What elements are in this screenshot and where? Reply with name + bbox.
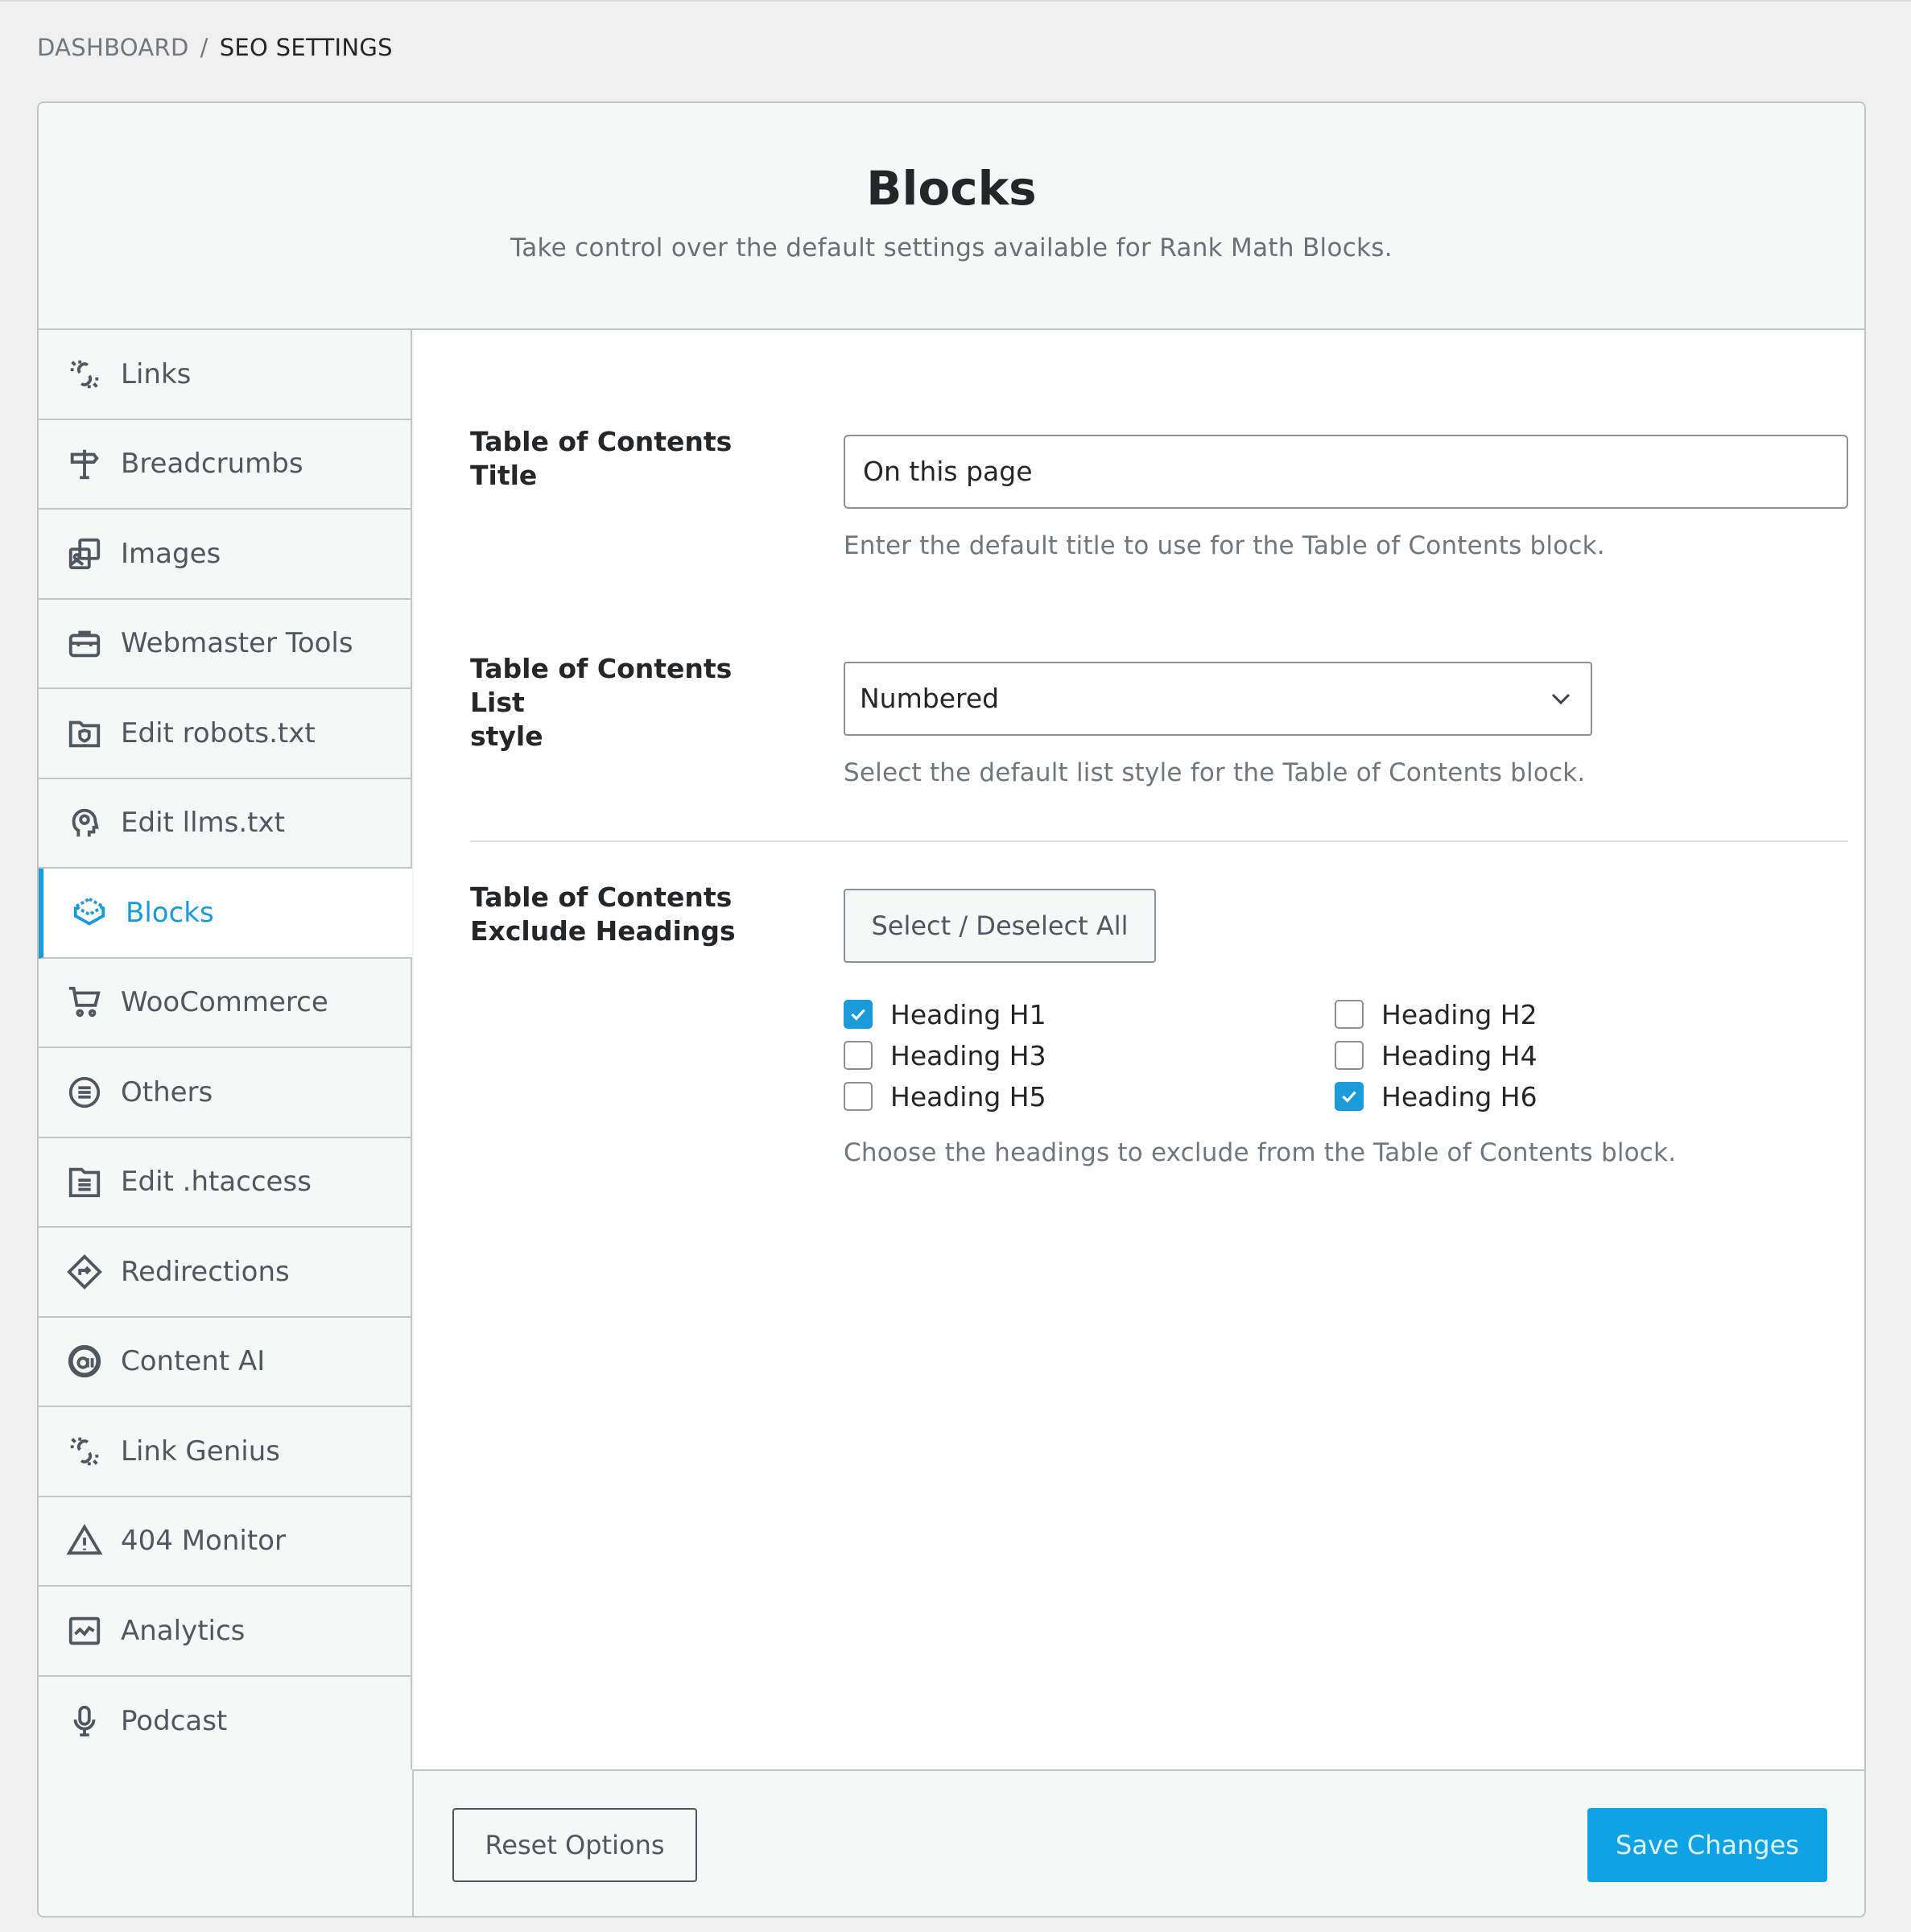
- cart-icon: [64, 982, 105, 1022]
- section-divider: [470, 840, 1848, 842]
- heading-h6-checkbox[interactable]: Heading H6: [1335, 1079, 1537, 1114]
- sidebar-item-label: Podcast: [121, 1705, 228, 1738]
- toc-list-style-select[interactable]: Numbered: [844, 662, 1592, 736]
- settings-footer: Reset Options Save Changes: [412, 1769, 1864, 1916]
- chevron-down-icon: [1551, 693, 1570, 705]
- settings-content: Table of Contents Title On this page Ent…: [414, 330, 1864, 1769]
- sidebar-item-llms[interactable]: Edit llms.txt: [39, 779, 411, 869]
- heading-h3-checkbox[interactable]: Heading H3: [844, 1038, 1046, 1073]
- toc-exclude-label-line1: Table of Contents: [470, 881, 733, 913]
- sidebar-item-woocommerce[interactable]: WooCommerce: [39, 959, 411, 1048]
- redirect-diamond-icon: [64, 1252, 105, 1292]
- warning-icon: [64, 1521, 105, 1561]
- breadcrumb-dashboard-link[interactable]: DASHBOARD: [37, 34, 189, 61]
- heading-h1-label: Heading H1: [890, 998, 1046, 1030]
- sidebar-item-label: Redirections: [121, 1255, 290, 1288]
- heading-h3-label: Heading H3: [890, 1039, 1046, 1071]
- sidebar-item-label: Breadcrumbs: [121, 448, 303, 481]
- sidebar-item-404-monitor[interactable]: 404 Monitor: [39, 1497, 411, 1587]
- sidebar-item-label: 404 Monitor: [121, 1525, 286, 1558]
- checkbox-checked[interactable]: [844, 1000, 873, 1029]
- heading-h1-checkbox[interactable]: Heading H1: [844, 997, 1046, 1032]
- sidebar-item-others[interactable]: Others: [39, 1048, 411, 1138]
- microphone-icon: [64, 1701, 105, 1741]
- sidebar-item-analytics[interactable]: Analytics: [39, 1587, 411, 1677]
- settings-panel: Blocks Take control over the default set…: [37, 101, 1866, 1918]
- breadcrumb-separator: /: [200, 34, 208, 61]
- sidebar-item-breadcrumbs[interactable]: Breadcrumbs: [39, 420, 411, 510]
- sidebar-item-links[interactable]: Links: [39, 330, 411, 420]
- breadcrumb-current: SEO SETTINGS: [219, 34, 393, 61]
- toc-title-label: Table of Contents Title: [470, 425, 776, 493]
- settings-sidebar: Links Breadcrumbs Images Webmaster Tools…: [39, 330, 412, 1769]
- toc-list-style-value: Numbered: [860, 683, 1000, 714]
- sidebar-item-label: Analytics: [121, 1614, 246, 1647]
- sidebar-item-label: WooCommerce: [121, 986, 328, 1019]
- checkbox-unchecked[interactable]: [1335, 1041, 1364, 1070]
- breadcrumb: DASHBOARD / SEO SETTINGS: [37, 34, 393, 61]
- heading-h4-checkbox[interactable]: Heading H4: [1335, 1038, 1537, 1073]
- save-changes-button[interactable]: Save Changes: [1587, 1808, 1827, 1882]
- signpost-icon: [64, 444, 105, 484]
- sidebar-item-robots[interactable]: Edit robots.txt: [39, 689, 411, 779]
- select-deselect-all-button[interactable]: Select / Deselect All: [844, 889, 1156, 963]
- link-broken-icon: [64, 354, 105, 394]
- heading-h5-checkbox[interactable]: Heading H5: [844, 1079, 1046, 1114]
- heading-h4-label: Heading H4: [1381, 1039, 1537, 1071]
- sidebar-item-podcast[interactable]: Podcast: [39, 1677, 411, 1767]
- sidebar-item-webmaster-tools[interactable]: Webmaster Tools: [39, 600, 411, 689]
- toolbox-icon: [64, 623, 105, 663]
- checkbox-checked[interactable]: [1335, 1082, 1364, 1111]
- head-gear-icon: [64, 803, 105, 843]
- sidebar-item-label: Edit .htaccess: [121, 1166, 312, 1199]
- heading-h2-label: Heading H2: [1381, 998, 1537, 1030]
- toc-exclude-label: Table of Contents Exclude Headings: [470, 881, 776, 948]
- sidebar-item-content-ai[interactable]: Content AI: [39, 1318, 411, 1407]
- sidebar-item-label: Images: [121, 537, 221, 570]
- sidebar-item-images[interactable]: Images: [39, 510, 411, 600]
- images-icon: [64, 534, 105, 574]
- content-ai-icon: [64, 1341, 105, 1381]
- sidebar-item-label: Link Genius: [121, 1435, 280, 1468]
- sidebar-item-label: Edit llms.txt: [121, 807, 285, 840]
- sidebar-item-label: Blocks: [126, 896, 214, 929]
- check-icon: [1342, 1091, 1356, 1103]
- blocks-icon: [69, 893, 109, 933]
- toc-list-style-label-line1: Table of Contents List: [470, 653, 733, 718]
- toc-title-label-text: Table of Contents Title: [470, 426, 733, 491]
- sidebar-item-label: Edit robots.txt: [121, 716, 316, 749]
- toc-list-style-help: Select the default list style for the Ta…: [844, 758, 1586, 787]
- toc-list-style-label: Table of Contents List style: [470, 652, 776, 753]
- sidebar-item-label: Content AI: [121, 1345, 266, 1378]
- toc-title-input[interactable]: On this page: [844, 435, 1848, 509]
- sidebar-item-htaccess[interactable]: Edit .htaccess: [39, 1138, 411, 1228]
- heading-h5-label: Heading H5: [890, 1080, 1046, 1113]
- toc-title-help: Enter the default title to use for the T…: [844, 531, 1605, 560]
- page-header: Blocks Take control over the default set…: [39, 103, 1864, 330]
- folder-shield-icon: [64, 713, 105, 753]
- toc-list-style-label-line2: style: [470, 720, 543, 752]
- page-title: Blocks: [866, 161, 1037, 216]
- link-broken-icon: [64, 1431, 105, 1472]
- checkbox-unchecked[interactable]: [844, 1041, 873, 1070]
- list-circle-icon: [64, 1072, 105, 1113]
- sidebar-item-link-genius[interactable]: Link Genius: [39, 1407, 411, 1497]
- sidebar-item-blocks[interactable]: Blocks: [39, 869, 412, 959]
- heading-h6-label: Heading H6: [1381, 1080, 1537, 1113]
- toc-exclude-label-line2: Exclude Headings: [470, 915, 736, 947]
- sidebar-item-redirections[interactable]: Redirections: [39, 1228, 411, 1318]
- sidebar-item-label: Links: [121, 357, 192, 390]
- reset-options-button[interactable]: Reset Options: [452, 1808, 697, 1882]
- checkbox-unchecked[interactable]: [844, 1082, 873, 1111]
- page-subtitle: Take control over the default settings a…: [510, 233, 1393, 262]
- checkbox-unchecked[interactable]: [1335, 1000, 1364, 1029]
- toc-exclude-help: Choose the headings to exclude from the …: [844, 1138, 1677, 1167]
- chart-icon: [64, 1611, 105, 1651]
- heading-h2-checkbox[interactable]: Heading H2: [1335, 997, 1537, 1032]
- check-icon: [851, 1009, 865, 1021]
- file-lines-icon: [64, 1162, 105, 1202]
- sidebar-item-label: Others: [121, 1075, 213, 1108]
- sidebar-item-label: Webmaster Tools: [121, 627, 353, 660]
